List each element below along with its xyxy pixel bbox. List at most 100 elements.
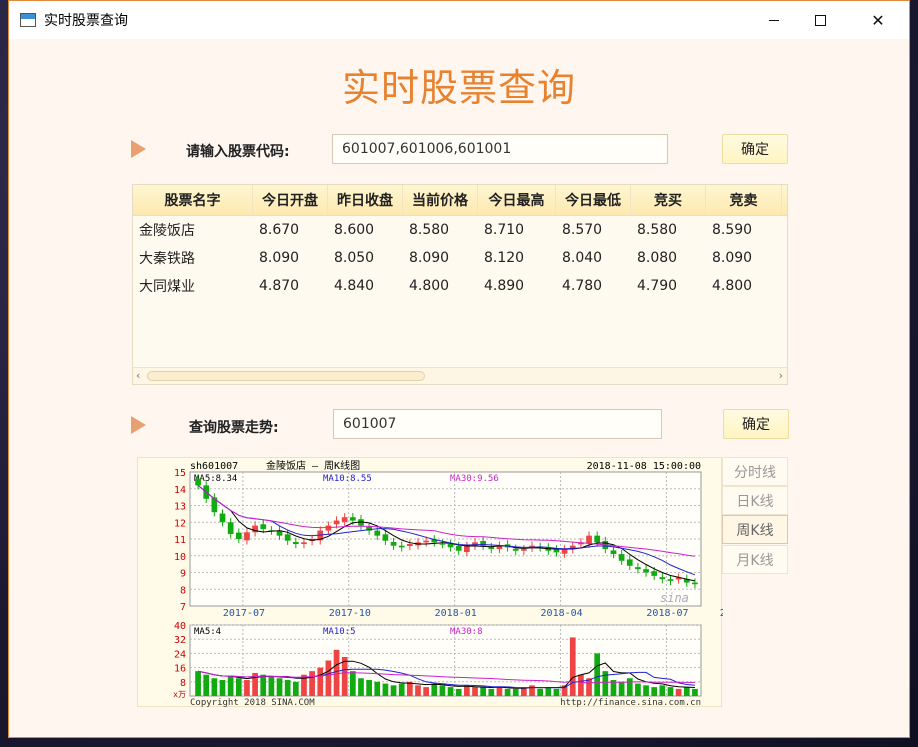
minimize-button[interactable] xyxy=(751,1,797,39)
table-cell: 8.580 xyxy=(409,222,450,238)
volume-tick-label: 16 xyxy=(174,664,186,675)
table-cell: 8.670 xyxy=(259,222,300,238)
volume-bar xyxy=(284,680,291,696)
candle-body xyxy=(219,513,226,523)
table-row[interactable]: 金陵饭店 8.670 8.600 8.580 8.710 8.570 8.580 8.590 4 xyxy=(133,216,787,244)
volume-bar xyxy=(643,685,649,696)
plus-icon[interactable]: + xyxy=(782,185,787,216)
app-icon xyxy=(20,13,36,27)
candle-body xyxy=(398,545,405,548)
app-window: 实时股票查询 ✕ 实时股票查询 请输入股票代码: 601007,601006,6… xyxy=(8,0,910,738)
stock-code-label: 请输入股票代码: xyxy=(186,144,290,160)
candle-body xyxy=(195,478,201,486)
period-button-intraday[interactable]: 分时线 xyxy=(722,457,788,486)
scroll-left-icon[interactable]: ‹ xyxy=(136,369,140,382)
chart-title: 金陵饭店 — 周K线图 xyxy=(266,459,360,472)
volume-bar xyxy=(626,678,633,696)
candle-body xyxy=(292,542,299,545)
table-cell: 8.080 xyxy=(637,250,678,266)
horizontal-scrollbar[interactable]: ‹ › xyxy=(133,367,787,384)
period-button-daily[interactable]: 日K线 xyxy=(722,486,788,515)
table-row[interactable]: 大秦铁路 8.090 8.050 8.090 8.120 8.040 8.080 8.090 2 xyxy=(133,244,787,272)
table-cell: 8.090 xyxy=(259,250,300,266)
candle-body xyxy=(643,569,649,573)
column-header[interactable]: 竞卖 xyxy=(706,185,782,216)
table-cell: 4.790 xyxy=(637,278,678,294)
volume-bar xyxy=(325,660,332,696)
candle-body xyxy=(260,524,267,529)
vol-ma10-label: MA10:5 xyxy=(323,627,356,637)
candle-body xyxy=(439,543,446,545)
volume-unit-label: x万 xyxy=(173,690,186,699)
volume-bar xyxy=(309,671,315,696)
x-tick-label: 2018-07 xyxy=(646,608,688,619)
volume-bar xyxy=(333,649,340,696)
column-header[interactable]: 今日最高 xyxy=(478,185,556,216)
table-cell: 4.800 xyxy=(409,278,450,294)
close-button[interactable]: ✕ xyxy=(855,1,901,39)
volume-bar xyxy=(219,680,226,696)
maximize-button[interactable] xyxy=(797,1,843,39)
page-title: 实时股票查询 xyxy=(341,66,576,110)
stock-code-input[interactable]: 601007,601006,601001 xyxy=(332,134,668,164)
candle-body xyxy=(553,549,560,553)
table-cell: 5 xyxy=(782,278,787,294)
table-cell: 8.590 xyxy=(712,222,753,238)
column-header[interactable]: 昨日收盘 xyxy=(328,185,403,216)
volume-bar xyxy=(537,688,544,696)
volume-bar xyxy=(659,685,666,696)
trend-code-input[interactable]: 601007 xyxy=(333,409,662,439)
volume-bar xyxy=(578,674,584,696)
candle-body xyxy=(512,548,519,551)
scroll-right-icon[interactable]: › xyxy=(779,369,783,382)
volume-bar xyxy=(341,656,348,696)
volume-bar xyxy=(423,687,429,696)
volume-bar xyxy=(227,676,234,696)
table-cell: 4.890 xyxy=(484,278,525,294)
price-tick-label: 12 xyxy=(174,518,186,529)
arrow-icon xyxy=(131,140,146,158)
period-button-monthly[interactable]: 月K线 xyxy=(722,545,788,574)
x-tick-label: 2018-04 xyxy=(541,608,583,619)
column-header[interactable]: 股票名字 xyxy=(133,185,253,216)
volume-bar xyxy=(390,685,397,696)
volume-bar xyxy=(374,681,381,696)
candle-body xyxy=(488,547,495,550)
volume-tick-label: 32 xyxy=(174,635,186,646)
query-confirm-button[interactable]: 确定 xyxy=(722,134,788,164)
candle-body xyxy=(390,542,397,546)
scrollbar-thumb[interactable] xyxy=(147,371,425,381)
volume-bar xyxy=(692,688,698,696)
column-header[interactable]: 今日最低 xyxy=(556,185,631,216)
volume-tick-label: 24 xyxy=(174,649,186,660)
column-header[interactable]: 竞买 xyxy=(631,185,706,216)
trend-confirm-button[interactable]: 确定 xyxy=(723,409,789,439)
volume-bar xyxy=(635,683,641,696)
volume-bar xyxy=(195,671,201,696)
column-header[interactable]: 当前价格 xyxy=(403,185,478,216)
candle-body xyxy=(333,520,340,525)
chart-symbol: sh601007 xyxy=(190,461,238,472)
candle-body xyxy=(464,545,470,553)
candle-body xyxy=(667,579,674,581)
table-cell: 8.570 xyxy=(562,222,603,238)
volume-bar xyxy=(260,674,267,696)
volume-bar xyxy=(431,683,438,696)
kline-chart: sh601007 金陵饭店 — 周K线图 2018-11-08 15:00:00 MA… xyxy=(137,457,762,708)
volume-bar xyxy=(480,687,487,696)
volume-bar xyxy=(203,674,210,696)
volume-bar xyxy=(358,678,364,696)
source-url: http://finance.sina.com.cn xyxy=(560,698,701,708)
volume-bar xyxy=(472,687,478,696)
price-tick-label: 7 xyxy=(180,602,186,613)
period-button-weekly[interactable]: 周K线 xyxy=(722,515,788,544)
table-row[interactable]: 大同煤业 4.870 4.840 4.800 4.890 4.780 4.790 4.800 5 xyxy=(133,272,787,300)
price-tick-label: 11 xyxy=(174,535,186,546)
candle-body xyxy=(692,582,698,585)
volume-bar xyxy=(276,678,283,696)
ma30-label: MA30:9.56 xyxy=(450,474,499,484)
column-header[interactable]: 今日开盘 xyxy=(253,185,328,216)
table-cell: 2 xyxy=(782,250,787,266)
close-icon: ✕ xyxy=(871,10,885,30)
volume-bar xyxy=(488,688,495,696)
